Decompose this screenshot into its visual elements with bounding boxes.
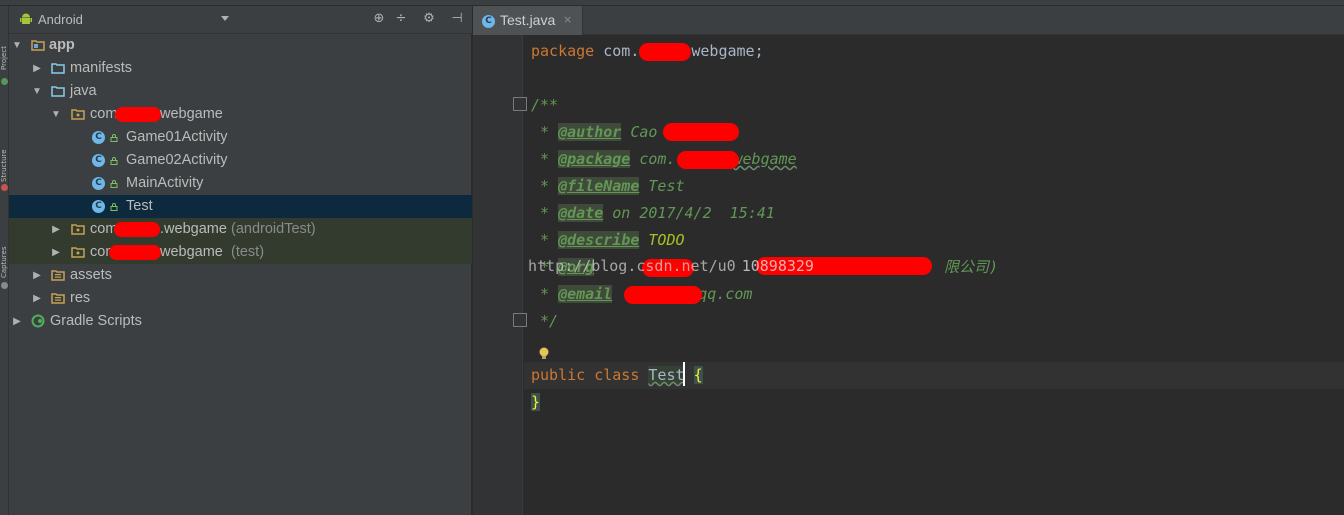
tree-item-label: res (70, 290, 91, 306)
tree-item-gradle-scripts[interactable]: ▶ Gradle Scripts (9, 310, 472, 333)
tree-item-package-androidtest[interactable]: ▶ com .webgame (androidTest) (9, 218, 472, 241)
tree-item-app[interactable]: ▼ app (9, 34, 472, 57)
tree-item-java[interactable]: ▼ java (9, 80, 472, 103)
source-set-note: (test) (231, 244, 265, 260)
tree-item-label: Game01Activity (126, 129, 228, 145)
code-line-author: * @author Cao (531, 123, 658, 141)
resource-folder-icon (51, 293, 65, 304)
package-prefix: com (90, 106, 118, 122)
class-icon: C (92, 200, 105, 213)
pin-icon[interactable]: ⊣ (449, 11, 465, 27)
tab-label: Test.java (500, 12, 556, 28)
tree-item-label: manifests (70, 60, 133, 76)
module-folder-icon (31, 40, 45, 51)
android-icon (20, 13, 32, 24)
expanded-arrow-icon[interactable]: ▼ (31, 80, 43, 103)
code-line-filename: * @fileName Test (531, 177, 685, 195)
tree-item-label: assets (70, 267, 112, 283)
collapse-icon[interactable]: ÷ (393, 11, 409, 27)
tree-item-label: Test (126, 198, 153, 214)
tab-test-java[interactable]: C Test.java × (473, 6, 583, 35)
package-icon (71, 247, 85, 258)
class-icon: C (92, 177, 105, 190)
tree-item-label: Gradle Scripts (50, 313, 142, 329)
package-icon (71, 224, 85, 235)
tree-item-assets[interactable]: ▶ assets (9, 264, 472, 287)
tree-item-game01activity[interactable]: C Game01Activity (9, 126, 472, 149)
tree-item-res[interactable]: ▶ res (9, 287, 472, 310)
collapsed-arrow-icon[interactable]: ▶ (11, 310, 23, 333)
package-suffix: webgame (160, 244, 223, 260)
collapsed-arrow-icon[interactable]: ▶ (31, 57, 43, 80)
code-line-package-tag: * @package com. webgame (531, 150, 797, 168)
text-caret (683, 362, 685, 386)
captures-tool-tab[interactable]: Captures (0, 228, 9, 278)
tree-item-package-test[interactable]: ▶ con webgame (test) (9, 241, 472, 264)
gear-icon[interactable]: ⚙ (421, 11, 437, 27)
redaction-mark (677, 151, 739, 169)
project-panel: Android ⊕ ÷ ⚙ ⊣ ▼ app ▶ manifests ▼ java… (9, 6, 472, 515)
tree-item-mainactivity[interactable]: C MainActivity (9, 172, 472, 195)
code-line-describe: * @describe TODO (531, 231, 685, 249)
collapsed-arrow-icon[interactable]: ▶ (31, 264, 43, 287)
redaction-mark (114, 222, 160, 237)
code-line-class-decl: public class Test { (531, 366, 703, 384)
redaction-mark (109, 245, 161, 260)
class-icon: C (92, 131, 105, 144)
redaction-mark (115, 107, 161, 122)
lock-icon (110, 134, 118, 142)
tree-item-package-main[interactable]: ▼ com webgame (9, 103, 472, 126)
code-line-doc-end: */ (531, 312, 559, 330)
lock-icon (110, 203, 118, 211)
redaction-mark (624, 286, 702, 304)
tree-item-game02activity[interactable]: C Game02Activity (9, 149, 472, 172)
tree-item-manifests[interactable]: ▶ manifests (9, 57, 472, 80)
target-icon[interactable]: ⊕ (371, 11, 387, 27)
captures-tool-icon (1, 282, 8, 289)
gradle-icon (31, 314, 45, 328)
chevron-down-icon[interactable] (221, 16, 229, 21)
tree-item-test[interactable]: C Test (9, 195, 472, 218)
lock-icon (110, 157, 118, 165)
class-icon: C (482, 15, 495, 28)
source-set-note: (androidTest) (231, 221, 316, 237)
package-icon (71, 109, 85, 120)
structure-tool-icon (1, 184, 8, 191)
expanded-arrow-icon[interactable]: ▼ (11, 34, 23, 57)
code-editor[interactable]: package com. webgame; /** * @author Cao *… (524, 35, 1344, 515)
project-panel-header: Android ⊕ ÷ ⚙ ⊣ (9, 6, 472, 34)
collapsed-arrow-icon[interactable]: ▶ (50, 218, 62, 241)
resource-folder-icon (51, 270, 65, 281)
editor-tab-bar: C Test.java × (473, 6, 1344, 35)
expanded-arrow-icon[interactable]: ▼ (50, 103, 62, 126)
editor-gutter (473, 35, 527, 515)
watermark-text: http://blog.csdn.net/u0 10898329 (528, 257, 814, 275)
code-line-org-tail: 限公司) (944, 258, 999, 276)
project-tool-tab[interactable]: Project (0, 20, 9, 70)
class-icon: C (92, 154, 105, 167)
collapsed-arrow-icon[interactable]: ▶ (31, 287, 43, 310)
tree-item-label: java (70, 83, 97, 99)
code-line-class-end: } (531, 393, 541, 411)
project-tool-icon (1, 78, 8, 85)
close-icon[interactable]: × (563, 13, 572, 26)
folder-icon (51, 86, 65, 97)
code-line-doc-start: /** (531, 96, 559, 114)
collapsed-arrow-icon[interactable]: ▶ (50, 241, 62, 264)
tree-item-label: Game02Activity (126, 152, 228, 168)
tree-item-label: MainActivity (126, 175, 204, 191)
project-tree: ▼ app ▶ manifests ▼ java ▼ com webgame C (9, 34, 472, 514)
package-suffix: webgame (160, 106, 223, 122)
redaction-mark (663, 123, 739, 141)
redaction-mark (639, 43, 691, 61)
folder-icon (51, 63, 65, 74)
tool-window-strip: Project Structure Captures (0, 6, 9, 515)
code-line-date: * @date on 2017/4/2 15:41 (531, 204, 775, 222)
project-view-selector[interactable]: Android (38, 12, 83, 27)
package-suffix: .webgame (160, 221, 227, 237)
structure-tool-tab[interactable]: Structure (0, 124, 9, 182)
lock-icon (110, 180, 118, 188)
tree-item-label: app (49, 37, 75, 53)
